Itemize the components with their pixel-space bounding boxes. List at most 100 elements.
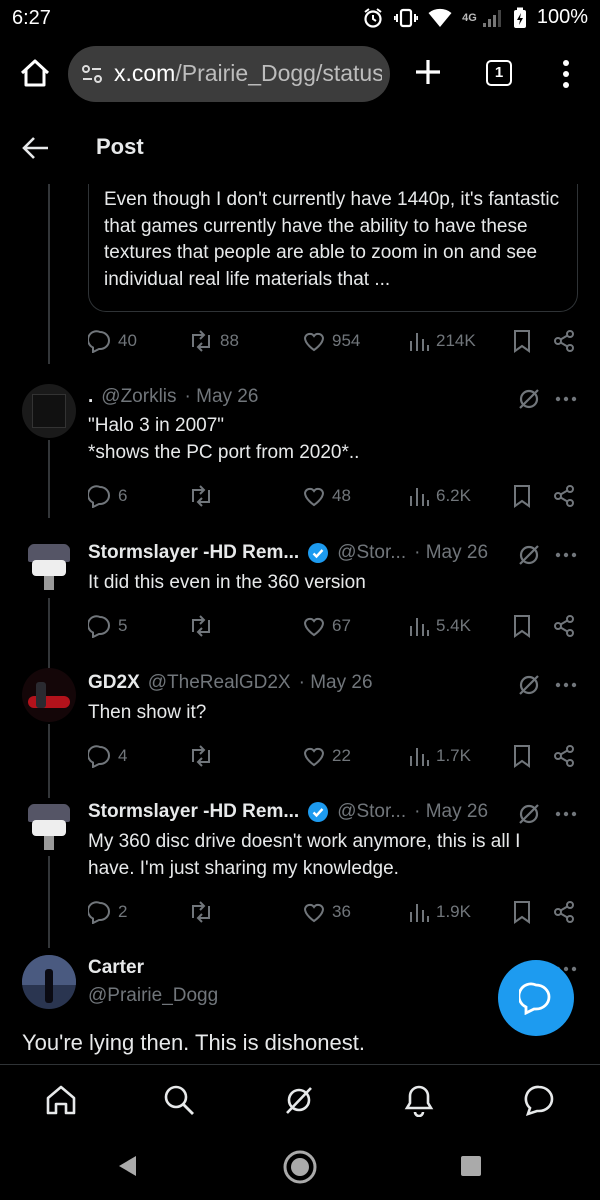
share-icon[interactable] [552,614,576,638]
reply-button[interactable]: 6 [88,481,127,511]
timestamp[interactable]: · May 26 [185,386,259,408]
reply-plus-icon [519,982,551,1015]
display-name[interactable]: Stormslayer -HD Rem... [88,801,299,823]
system-navigation [0,1132,600,1200]
grok-icon[interactable] [516,386,542,412]
avatar[interactable] [22,384,76,438]
reply-icon [88,745,110,768]
share-icon[interactable] [552,329,576,353]
views-button[interactable]: 5.4K [408,611,471,641]
verified-badge-icon [308,802,329,822]
notifications-icon[interactable] [402,1083,436,1117]
grok-icon[interactable] [282,1083,316,1117]
like-button[interactable]: 954 [302,326,360,356]
grok-icon[interactable] [516,672,542,698]
like-button[interactable]: 67 [302,611,351,641]
verified-badge-icon [308,543,329,563]
bookmark-icon[interactable] [512,744,532,768]
page-title: Post [96,134,144,159]
views-icon [410,748,429,766]
search-icon[interactable] [162,1083,196,1117]
avatar[interactable] [22,538,76,592]
share-icon[interactable] [552,900,576,924]
repost-button[interactable] [188,897,214,927]
grok-icon[interactable] [516,801,542,827]
repost-button[interactable] [188,741,214,771]
avatar[interactable] [22,955,76,1009]
repost-icon [192,485,210,507]
reply-compose-button[interactable] [498,960,574,1036]
like-button[interactable]: 22 [302,741,351,771]
vibrate-icon [394,8,419,27]
timestamp[interactable]: · May 26 [414,542,488,564]
thread-line [48,724,50,800]
views-count: 214K [436,331,476,350]
handle[interactable]: @Stor... [337,801,406,823]
handle[interactable]: @TheRealGD2X [148,672,291,694]
heart-icon [303,487,325,507]
browser-menu-icon[interactable] [552,58,580,90]
bookmark-icon[interactable] [512,900,532,924]
battery-icon [513,7,526,28]
timestamp[interactable]: · May 26 [299,672,373,694]
back-arrow-icon[interactable] [22,134,50,162]
share-icon[interactable] [552,744,576,768]
tab-switcher-button[interactable]: 1 [486,60,512,86]
display-name[interactable]: Stormslayer -HD Rem... [88,542,299,564]
messages-icon[interactable] [522,1083,556,1117]
reply-button[interactable]: 4 [88,741,127,771]
display-name[interactable]: GD2X [88,672,140,694]
views-icon [410,904,429,922]
views-button[interactable]: 6.2K [408,481,471,511]
like-button[interactable]: 48 [302,481,351,511]
home-circle-icon[interactable] [282,1149,318,1185]
avatar[interactable] [22,798,76,852]
more-icon[interactable] [555,394,577,404]
display-name[interactable]: . [88,386,93,408]
share-icon[interactable] [552,484,576,508]
home-icon[interactable] [18,56,52,90]
timestamp[interactable]: · May 26 [414,801,488,823]
repost-button[interactable] [188,481,214,511]
views-icon [410,618,429,636]
like-button[interactable]: 36 [302,897,351,927]
recent-apps-icon[interactable] [460,1155,482,1177]
site-settings-icon[interactable] [80,62,104,86]
handle[interactable]: @Prairie_Dogg [88,985,218,1007]
more-icon[interactable] [555,680,577,690]
new-tab-icon[interactable] [412,56,444,88]
views-button[interactable]: 214K [408,326,476,356]
display-name[interactable]: Carter [88,957,144,979]
network-type: 4G [462,11,477,24]
repost-button[interactable] [188,611,214,641]
address-bar[interactable]: x.com/Prairie_Dogg/status [68,46,390,102]
home-icon[interactable] [44,1083,78,1117]
bookmark-icon[interactable] [512,484,532,508]
avatar[interactable] [22,668,76,722]
url-text[interactable]: x.com/Prairie_Dogg/status [114,60,382,87]
tweet-actions: 5 67 5.4K [88,611,580,641]
views-button[interactable]: 1.7K [408,741,471,771]
more-icon[interactable] [555,550,577,560]
thread-line [48,598,50,674]
reply-icon [88,330,110,353]
tweet-text: My 360 disc drive doesn't work anymore, … [88,831,521,879]
bookmark-icon[interactable] [512,614,532,638]
reply-button[interactable]: 5 [88,611,127,641]
like-count: 36 [332,902,351,921]
views-button[interactable]: 1.9K [408,897,471,927]
repost-button[interactable]: 88 [188,326,239,356]
bookmark-icon[interactable] [512,329,532,353]
back-icon[interactable] [116,1154,138,1178]
like-count: 48 [332,486,351,505]
thread-line [48,856,50,948]
more-icon[interactable] [555,809,577,819]
bottom-navigation [0,1064,600,1132]
signal-icon [482,9,501,27]
handle[interactable]: @Zorklis [101,386,176,408]
reply-button[interactable]: 2 [88,897,127,927]
reply-count: 2 [118,902,128,921]
grok-icon[interactable] [516,542,542,568]
reply-button[interactable]: 40 [88,326,137,356]
handle[interactable]: @Stor... [337,542,406,564]
